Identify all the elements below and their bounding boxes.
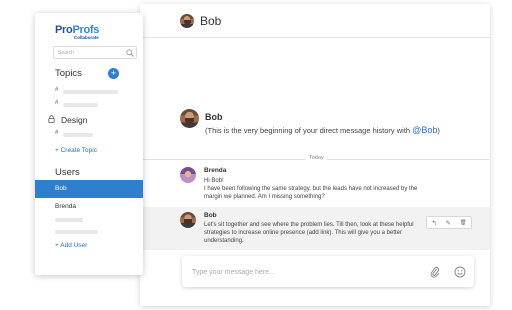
user-placeholder (55, 218, 83, 222)
message-composer (182, 256, 474, 287)
message-text-line: Hi Bob! (204, 178, 224, 184)
message-item: Bob Let's sit together and see where the… (140, 207, 490, 250)
create-topic-link[interactable]: + Create Topic (55, 147, 97, 154)
emoji-icon[interactable] (454, 266, 466, 278)
search-icon[interactable] (126, 49, 134, 57)
topic-channel[interactable]: # (55, 100, 135, 109)
message-input[interactable] (192, 265, 412, 279)
hash-icon: # (55, 87, 59, 93)
intro-text: (This is the very beginning of your dire… (205, 125, 440, 135)
intro-text-end: ) (437, 126, 440, 135)
channel-name-placeholder (63, 103, 98, 107)
hash-icon: # (55, 100, 59, 106)
user-item-bob[interactable]: Bob (35, 180, 143, 198)
date-divider-label: Today (306, 155, 327, 161)
intro-avatar (180, 109, 199, 128)
bob-avatar[interactable] (180, 212, 196, 228)
intro-name: Bob (205, 112, 223, 122)
reply-icon[interactable]: ↰ (431, 219, 436, 227)
message-author[interactable]: Brenda (204, 167, 226, 174)
message-text-line: I have been following the same strategy,… (204, 186, 418, 192)
logo-subtitle: Collaborate (74, 35, 99, 40)
delete-icon[interactable]: 🗑 (460, 220, 467, 226)
user-placeholder (55, 230, 98, 234)
users-heading: Users (55, 167, 80, 178)
bob-avatar[interactable] (180, 14, 194, 28)
message-text-line: understanding. (204, 238, 244, 244)
topics-heading: Topics (55, 68, 82, 79)
brenda-avatar[interactable] (180, 167, 196, 183)
add-user-link[interactable]: + Add User (55, 242, 87, 249)
sidebar-search (53, 46, 137, 59)
message-text-line: margin we planned. Am I missing somethin… (204, 194, 325, 200)
user-name: Bob (55, 185, 67, 192)
design-heading[interactable]: Design (61, 115, 87, 125)
message-author[interactable]: Bob (204, 212, 217, 219)
design-channel[interactable]: # (55, 130, 135, 139)
message-item: Brenda Hi Bob! I have been following the… (140, 162, 490, 206)
mention-link[interactable]: @Bob (412, 125, 437, 135)
chat-panel: Bob Bob (This is the very beginning of y… (140, 4, 490, 306)
edit-icon[interactable]: ✎ (446, 219, 451, 227)
message-text-line: Let's sit together and see where the pro… (204, 222, 414, 228)
channel-name-placeholder (63, 133, 93, 137)
message-actions-toolbar: ↰ ✎ 🗑 (426, 216, 472, 229)
logo-pro: Pro (55, 24, 73, 36)
message-text-line: strategies to increase online presence (… (204, 230, 402, 236)
paperclip-icon[interactable] (430, 266, 440, 278)
chat-title: Bob (200, 14, 222, 28)
user-name: Brenda (55, 203, 76, 210)
search-input[interactable] (58, 48, 118, 58)
chat-header: Bob (140, 4, 490, 38)
add-topic-button[interactable]: + (108, 68, 119, 79)
hash-icon: # (55, 130, 59, 136)
topic-channel[interactable]: # (55, 87, 135, 96)
sidebar: ProProfs Collaborate Topics + # # Design… (35, 13, 143, 275)
channel-name-placeholder (63, 90, 118, 94)
lock-icon (48, 115, 55, 123)
intro-text-start: (This is the very beginning of your dire… (205, 126, 413, 135)
user-item-brenda[interactable]: Brenda (35, 198, 143, 216)
